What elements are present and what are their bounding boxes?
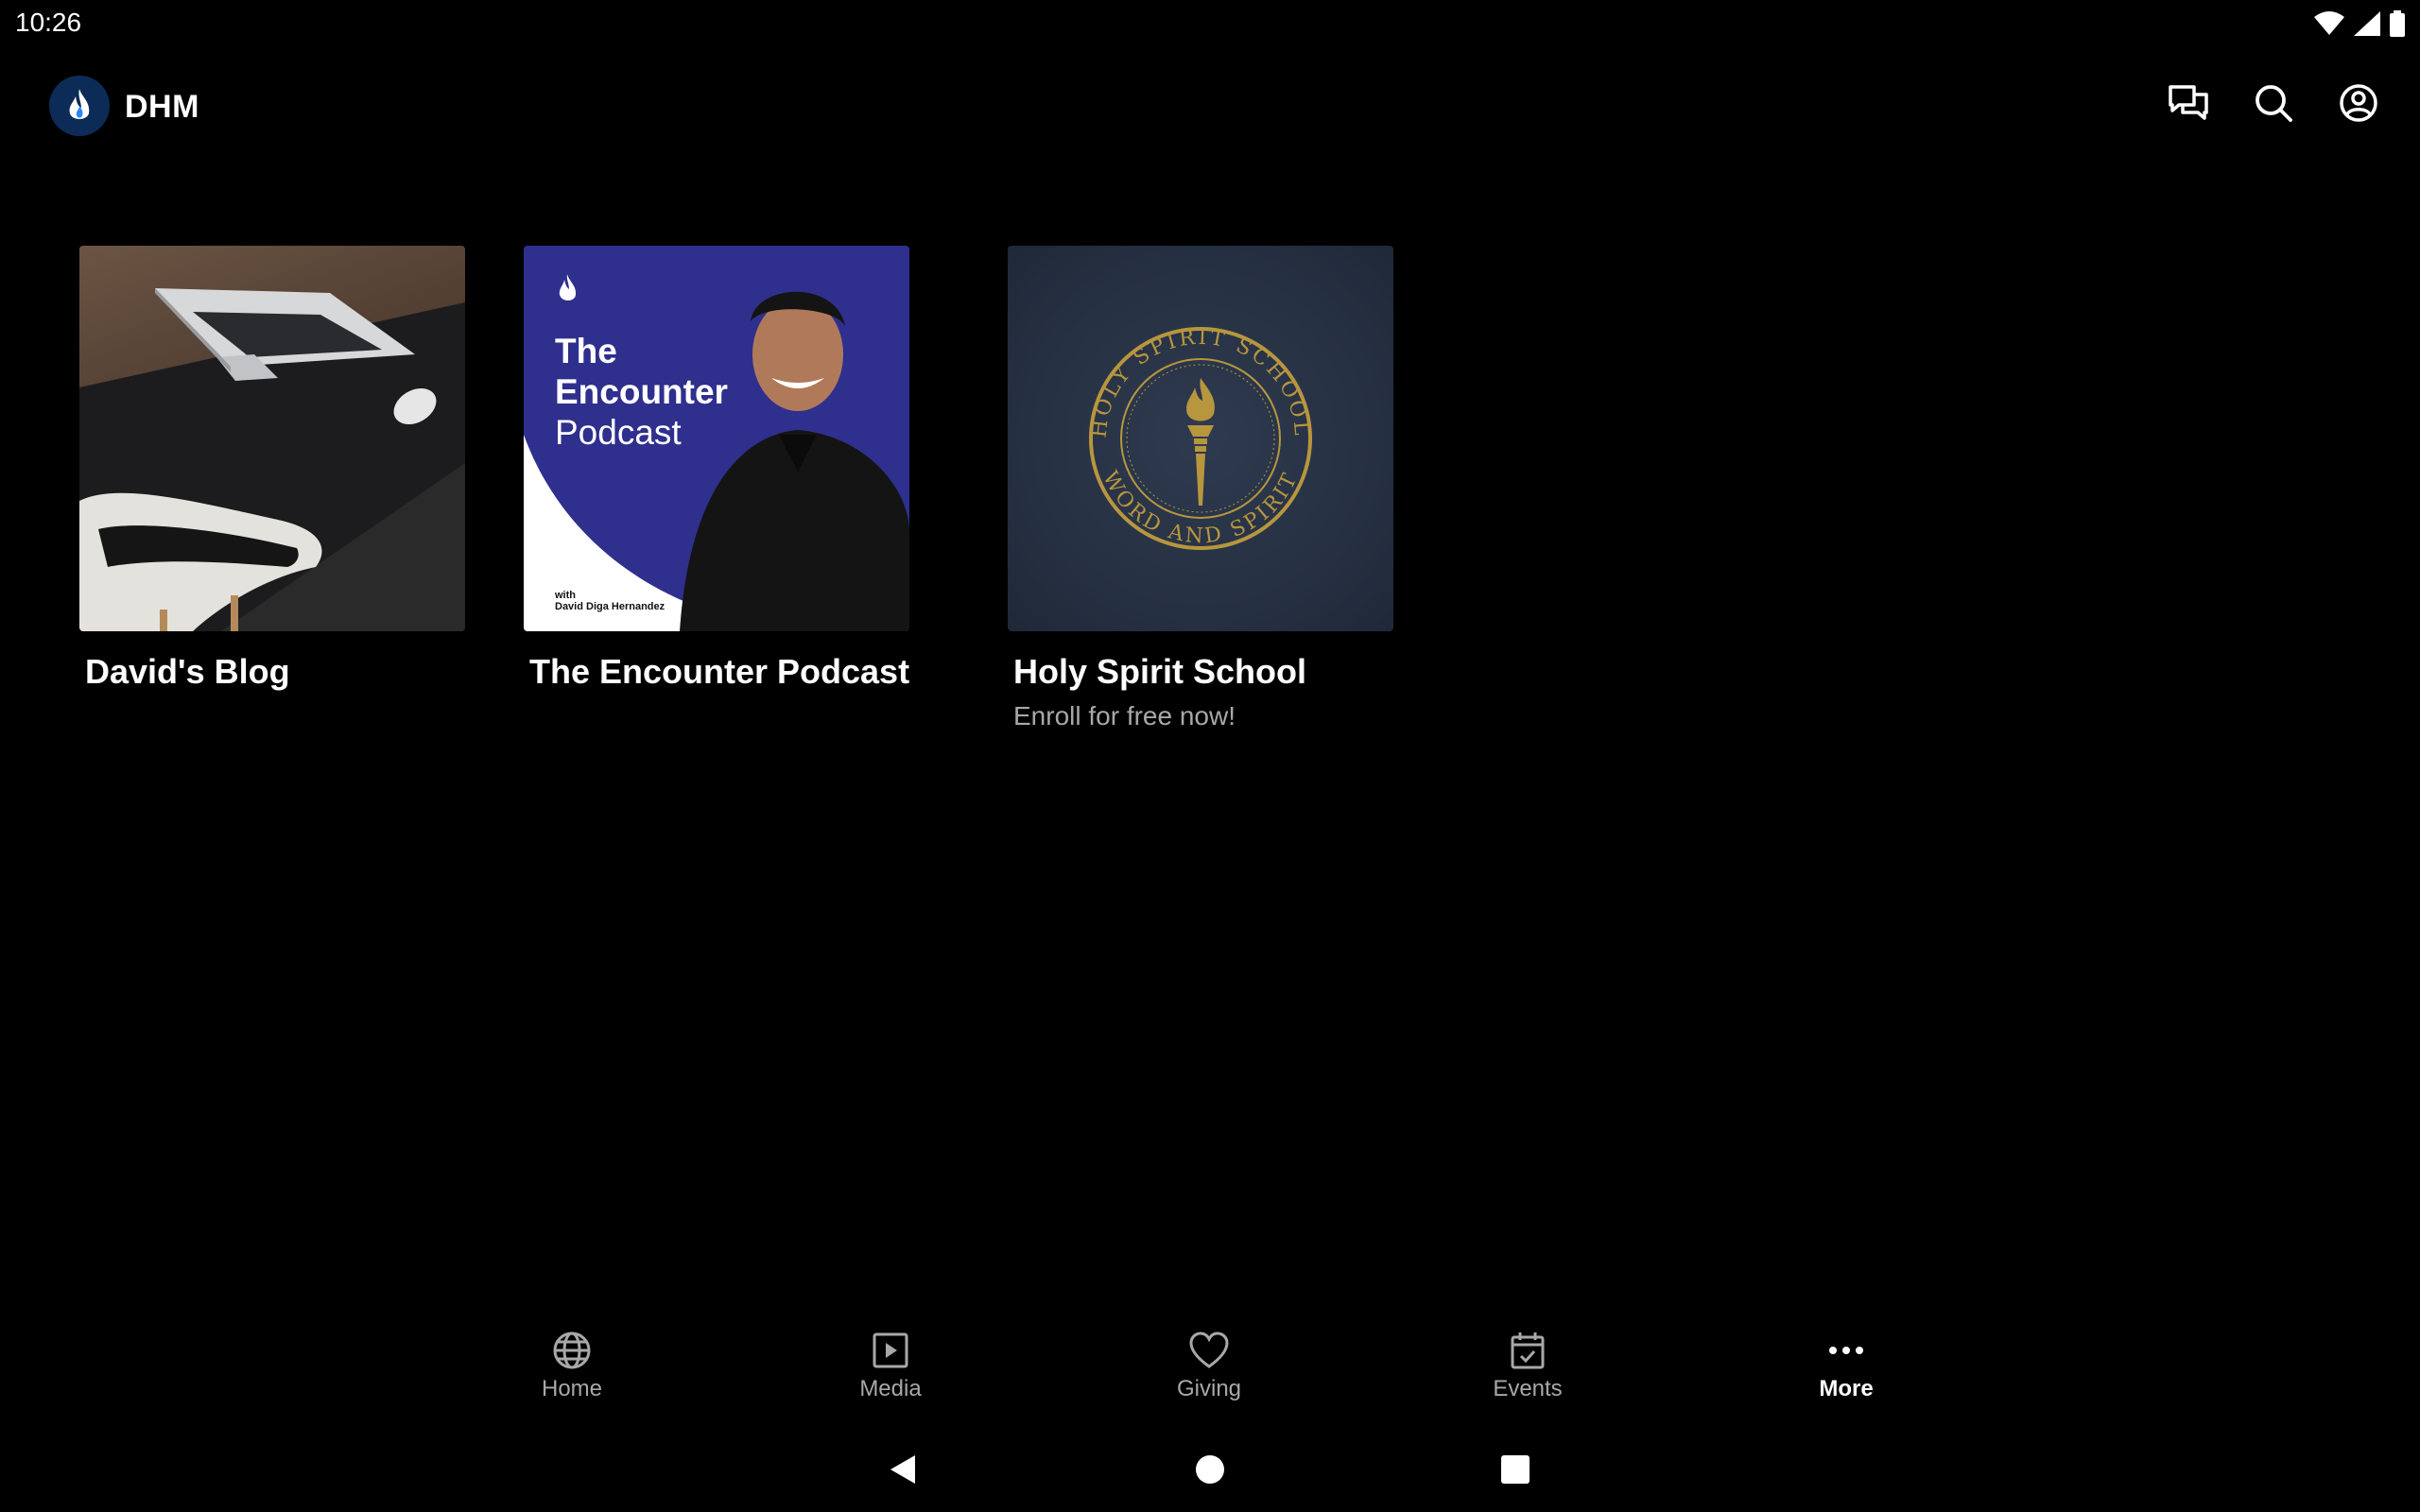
podcast-cover-text: The Encounter Podcast xyxy=(555,331,728,453)
system-navigation xyxy=(0,1427,2420,1512)
calendar-icon xyxy=(1511,1332,1545,1369)
app-bar: DHM xyxy=(0,57,2420,161)
card-holy-spirit-school[interactable]: HOLY SPIRIT SCHOOL WORD AND SPIRIT Holy … xyxy=(1008,246,1393,731)
more-dots-icon xyxy=(1829,1347,1863,1354)
school-seal-image: HOLY SPIRIT SCHOOL WORD AND SPIRIT xyxy=(1008,246,1393,631)
nav-media[interactable]: Media xyxy=(796,1331,985,1402)
search-icon[interactable] xyxy=(2250,79,2297,127)
status-time: 10:26 xyxy=(15,8,82,37)
card-davids-blog[interactable]: David's Blog xyxy=(79,246,465,692)
nav-events-label: Events xyxy=(1493,1376,1563,1401)
app-actions xyxy=(2165,79,2382,127)
laptop-desk-image xyxy=(79,246,465,631)
card-title: The Encounter Podcast xyxy=(529,652,910,691)
card-title: Holy Spirit School xyxy=(1013,652,1307,691)
podcast-host-credit: with David Diga Hernandez xyxy=(555,590,665,612)
card-title: David's Blog xyxy=(85,652,290,691)
account-icon[interactable] xyxy=(2335,79,2382,127)
battery-icon xyxy=(2390,10,2405,37)
card-subtitle: Enroll for free now! xyxy=(1013,701,1236,730)
podcast-cover-line3: Podcast xyxy=(555,413,682,452)
bottom-navigation: Home Media Giving Events More xyxy=(0,1314,2420,1418)
play-icon xyxy=(873,1332,908,1368)
nav-giving[interactable]: Giving xyxy=(1115,1331,1304,1402)
status-bar: 10:26 xyxy=(0,0,2420,47)
nav-more[interactable]: More xyxy=(1752,1331,1941,1402)
nav-giving-label: Giving xyxy=(1176,1376,1242,1401)
nav-more-label: More xyxy=(1819,1376,1874,1401)
podcast-cover-line1: The xyxy=(555,332,617,370)
nav-media-label: Media xyxy=(859,1376,922,1401)
podcast-cover-image: The Encounter Podcast with David Diga He… xyxy=(524,246,909,631)
podcast-with: with xyxy=(555,590,576,601)
nav-home[interactable]: Home xyxy=(477,1331,666,1402)
home-button[interactable] xyxy=(1186,1446,1234,1493)
recents-button[interactable] xyxy=(1492,1446,1539,1493)
flame-logo-icon[interactable] xyxy=(49,76,110,136)
card-encounter-podcast[interactable]: The Encounter Podcast with David Diga He… xyxy=(524,246,909,692)
app-title: DHM xyxy=(125,89,199,125)
chat-icon[interactable] xyxy=(2165,79,2212,127)
heart-icon xyxy=(1189,1332,1229,1368)
podcast-host: David Diga Hernandez xyxy=(555,601,666,612)
signal-icon xyxy=(2354,11,2380,36)
wifi-icon xyxy=(2314,11,2344,36)
back-button[interactable] xyxy=(879,1446,926,1493)
podcast-cover-line2: Encounter xyxy=(555,372,728,411)
nav-events[interactable]: Events xyxy=(1433,1331,1622,1402)
nav-home-label: Home xyxy=(541,1376,603,1401)
globe-icon xyxy=(553,1332,591,1369)
status-icons xyxy=(2314,9,2405,38)
